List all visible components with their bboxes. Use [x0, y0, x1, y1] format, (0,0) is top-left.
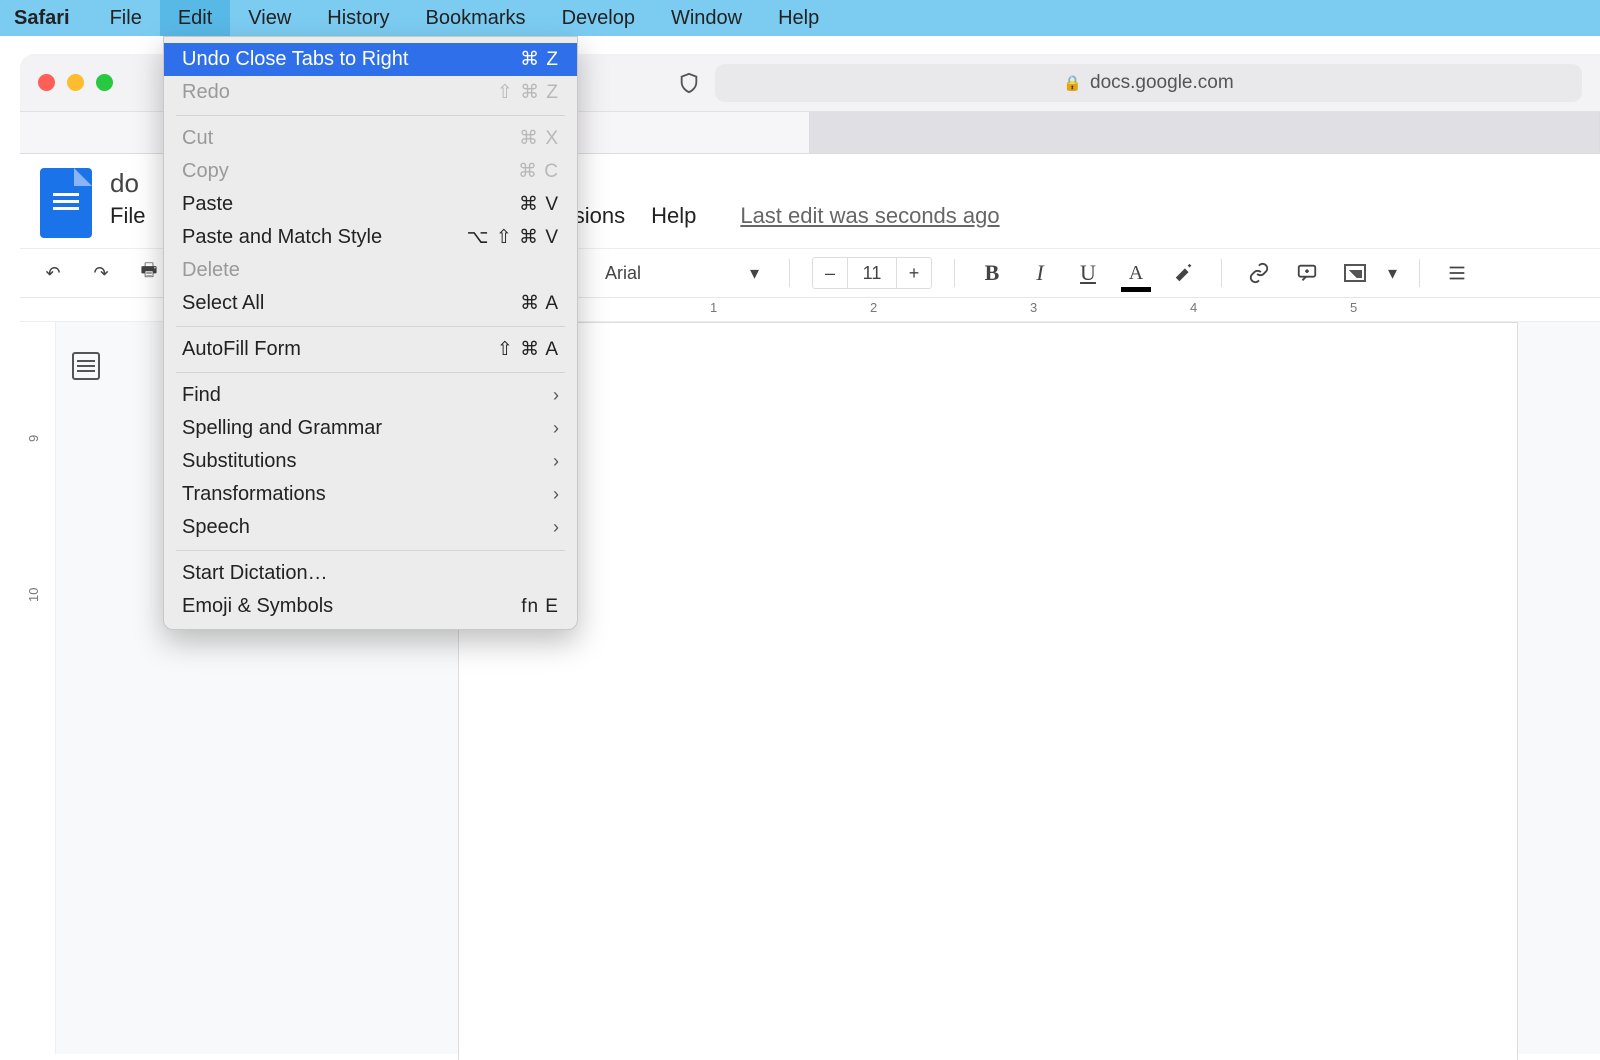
insert-image-button[interactable] [1340, 258, 1370, 288]
edit-menu-item: Redo ⇧ ⌘ Z [164, 76, 577, 109]
menu-item-label: Paste and Match Style [182, 226, 382, 249]
edit-menu-item[interactable]: Select All ⌘ A [164, 287, 577, 320]
edit-menu-item[interactable]: Transformations › [164, 478, 577, 511]
mac-menu-view[interactable]: View [230, 0, 309, 36]
undo-icon[interactable]: ↶ [38, 258, 68, 288]
menu-item-shortcut: fn E [521, 596, 559, 618]
mac-menu-file[interactable]: File [92, 0, 160, 36]
window-zoom-button[interactable] [96, 74, 113, 91]
menu-item-shortcut: ⇧ ⌘ Z [497, 81, 559, 104]
menu-item-label: Select All [182, 292, 264, 315]
mac-menu-develop[interactable]: Develop [544, 0, 653, 36]
menu-item-label: Cut [182, 127, 213, 150]
mac-menu-edit[interactable]: Edit [160, 0, 230, 36]
chevron-right-icon: › [553, 418, 559, 439]
gdocs-last-edit[interactable]: Last edit was seconds ago [740, 203, 999, 229]
menu-item-shortcut: ⌘ A [520, 292, 559, 315]
edit-menu-item[interactable]: Start Dictation… [164, 557, 577, 590]
underline-button[interactable]: U [1073, 258, 1103, 288]
window-minimize-button[interactable] [67, 74, 84, 91]
print-icon[interactable]: 🖶 [134, 258, 164, 288]
redo-icon[interactable]: ↷ [86, 258, 116, 288]
address-bar[interactable]: 🔒 docs.google.com [715, 64, 1582, 102]
edit-menu-item[interactable]: Substitutions › [164, 445, 577, 478]
address-text: docs.google.com [1090, 72, 1234, 94]
highlight-color-button[interactable] [1169, 258, 1199, 288]
menu-item-label: Emoji & Symbols [182, 595, 333, 618]
chevron-right-icon: › [553, 385, 559, 406]
chevron-right-icon: › [553, 484, 559, 505]
gdocs-logo-icon[interactable] [40, 168, 92, 238]
privacy-shield-icon[interactable] [677, 71, 701, 95]
edit-menu-item[interactable]: Paste ⌘ V [164, 188, 577, 221]
chevron-right-icon: › [553, 517, 559, 538]
italic-button[interactable]: I [1025, 258, 1055, 288]
safari-tab-inactive[interactable] [810, 112, 1600, 153]
menu-item-shortcut: ⌘ X [519, 127, 559, 150]
menu-item-label: Substitutions [182, 450, 297, 473]
menu-item-label: Redo [182, 81, 230, 104]
gdocs-left-gutter [56, 322, 116, 1054]
edit-menu-item[interactable]: Find › [164, 379, 577, 412]
menu-item-label: Delete [182, 259, 240, 282]
menu-item-label: AutoFill Form [182, 338, 301, 361]
menu-item-shortcut: ⌘ C [518, 160, 559, 183]
chevron-down-icon: ▾ [1388, 263, 1397, 284]
menu-item-label: Start Dictation… [182, 562, 328, 585]
edit-menu-item[interactable]: Emoji & Symbols fn E [164, 590, 577, 623]
font-size-value[interactable]: 11 [847, 258, 897, 288]
edit-dropdown-menu: Undo Close Tabs to Right ⌘ Z Redo ⇧ ⌘ Z Cut ⌘… [163, 36, 578, 630]
menu-item-shortcut: ⌘ Z [520, 48, 559, 71]
menu-item-shortcut: ⌘ V [519, 193, 559, 216]
mac-app-name: Safari [14, 7, 70, 30]
menu-item-label: Spelling and Grammar [182, 417, 382, 440]
edit-menu-item: Cut ⌘ X [164, 122, 577, 155]
gdocs-menu-file[interactable]: File [110, 203, 145, 229]
gdocs-menu-help[interactable]: Help [651, 203, 696, 229]
chevron-down-icon: ▾ [750, 263, 759, 284]
menu-item-shortcut: ⇧ ⌘ A [497, 338, 559, 361]
font-family-select[interactable]: Arial ▾ [597, 259, 767, 288]
menu-item-label: Transformations [182, 483, 326, 506]
lock-icon: 🔒 [1063, 74, 1082, 92]
edit-menu-item[interactable]: Spelling and Grammar › [164, 412, 577, 445]
text-color-button[interactable]: A [1121, 258, 1151, 288]
vertical-ruler: 9 10 [20, 322, 56, 1054]
document-outline-icon[interactable] [72, 352, 100, 380]
gdocs-page-sheet[interactable] [458, 322, 1518, 1060]
mac-menu-bar: Safari File Edit View History Bookmarks … [0, 0, 1600, 36]
bold-button[interactable]: B [977, 258, 1007, 288]
edit-menu-item[interactable]: Speech › [164, 511, 577, 544]
insert-link-button[interactable] [1244, 258, 1274, 288]
menu-item-shortcut: ⌥ ⇧ ⌘ V [467, 226, 559, 249]
edit-menu-item: Delete [164, 254, 577, 287]
window-close-button[interactable] [38, 74, 55, 91]
mac-menu-help[interactable]: Help [760, 0, 837, 36]
menu-item-label: Paste [182, 193, 233, 216]
menu-item-label: Copy [182, 160, 229, 183]
edit-menu-item[interactable]: Undo Close Tabs to Right ⌘ Z [164, 43, 577, 76]
add-comment-button[interactable] [1292, 258, 1322, 288]
edit-menu-item: Copy ⌘ C [164, 155, 577, 188]
edit-menu-item[interactable]: AutoFill Form ⇧ ⌘ A [164, 333, 577, 366]
edit-menu-item[interactable]: Paste and Match Style ⌥ ⇧ ⌘ V [164, 221, 577, 254]
menu-item-label: Speech [182, 516, 250, 539]
font-size-stepper: – 11 + [812, 257, 932, 289]
align-button[interactable] [1442, 258, 1472, 288]
menu-item-label: Find [182, 384, 221, 407]
mac-menu-history[interactable]: History [309, 0, 407, 36]
font-size-decrease[interactable]: – [813, 258, 847, 288]
menu-item-label: Undo Close Tabs to Right [182, 48, 408, 71]
font-size-increase[interactable]: + [897, 258, 931, 288]
chevron-right-icon: › [553, 451, 559, 472]
mac-menu-bookmarks[interactable]: Bookmarks [408, 0, 544, 36]
window-traffic-lights [38, 74, 113, 91]
mac-menu-window[interactable]: Window [653, 0, 760, 36]
